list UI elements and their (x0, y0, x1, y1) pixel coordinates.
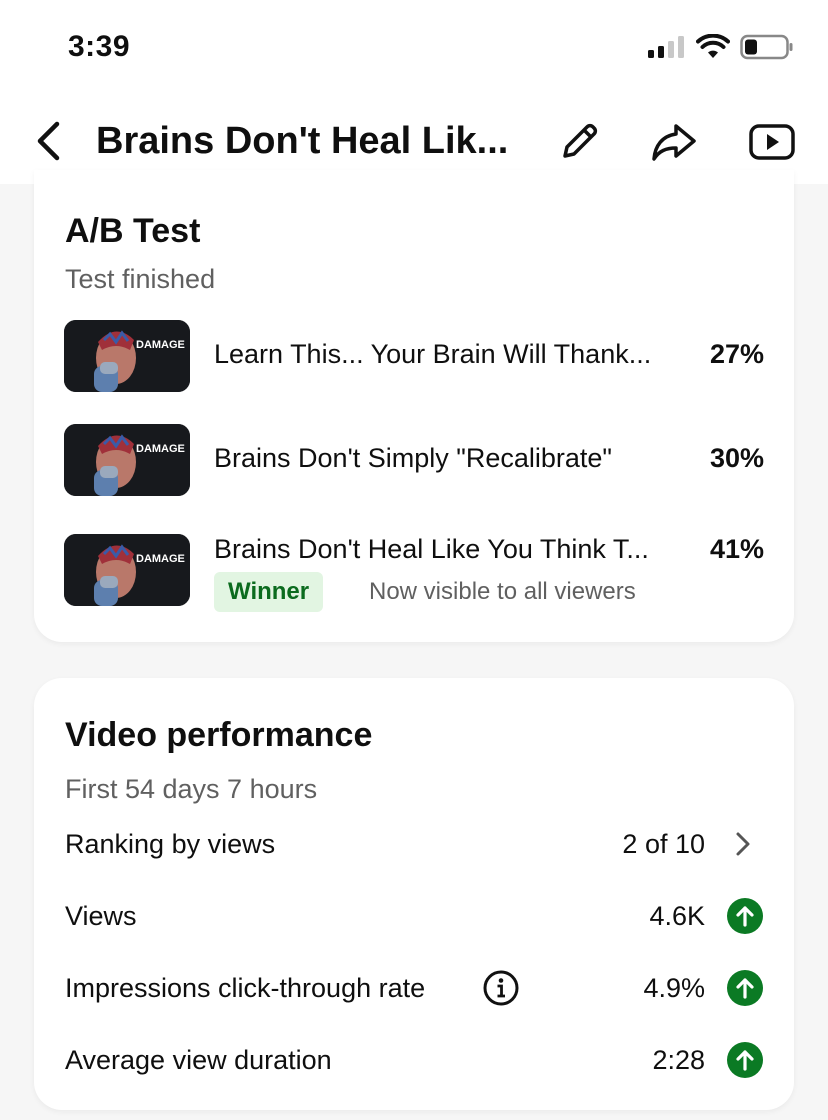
winner-note: Now visible to all viewers (369, 578, 636, 605)
thumbnail-caption: DAMAGE (136, 339, 185, 351)
status-bar: 3:39 (0, 0, 828, 100)
video-performance-card: Video performance First 54 days 7 hours … (34, 678, 794, 1110)
metric-row-views[interactable]: Views 4.6K (65, 896, 765, 936)
status-time: 3:39 (68, 30, 131, 63)
ab-variant-row-winner[interactable]: DAMAGE Brains Don't Heal Like You Think … (64, 534, 764, 634)
ab-variant-row[interactable]: DAMAGE Learn This... Your Brain Will Tha… (64, 320, 764, 394)
back-button[interactable] (28, 118, 68, 164)
wifi-icon (696, 34, 730, 58)
metric-row-avg-duration[interactable]: Average view duration 2:28 (65, 1040, 765, 1080)
variant-percent: 27% (709, 339, 764, 369)
ab-test-title: A/B Test (65, 212, 201, 250)
metric-row-ctr[interactable]: Impressions click-through rate 4.9% (65, 968, 765, 1008)
thumbnail-image: DAMAGE (64, 320, 190, 392)
play-video-icon (749, 124, 795, 160)
winner-badge: Winner (214, 572, 324, 612)
battery-icon (740, 34, 793, 60)
edit-button[interactable] (555, 118, 603, 166)
status-icons (648, 34, 794, 60)
ab-test-status: Test finished (65, 264, 216, 294)
variant-title: Brains Don't Heal Like You Think T... (214, 534, 649, 564)
ab-variant-row[interactable]: DAMAGE Brains Don't Simply "Recalibrate"… (64, 424, 764, 498)
performance-period: First 54 days 7 hours (65, 774, 318, 804)
variant-thumbnail: DAMAGE (64, 424, 190, 496)
watch-on-youtube-button[interactable] (748, 118, 796, 166)
metric-label: Average view duration (65, 1045, 332, 1075)
metric-label: Views (65, 901, 137, 931)
thumbnail-caption: DAMAGE (136, 443, 185, 455)
performance-title: Video performance (65, 716, 373, 754)
ab-test-card: A/B Test Test finished DAMAGE Learn This… (34, 170, 794, 642)
page-title: Brains Don't Heal Lik... (96, 120, 509, 162)
metric-label: Ranking by views (65, 829, 276, 859)
metric-value: 4.9% (643, 973, 705, 1003)
metric-value: 2:28 (652, 1045, 705, 1075)
metric-row-ranking[interactable]: Ranking by views 2 of 10 (65, 824, 765, 864)
thumbnail-caption: DAMAGE (136, 553, 185, 565)
arrow-up-icon (727, 1042, 763, 1078)
back-arrow-icon (37, 121, 60, 161)
chevron-right-icon (736, 832, 750, 856)
info-icon[interactable] (481, 968, 521, 1008)
variant-title: Brains Don't Simply "Recalibrate" (214, 443, 612, 473)
metric-value: 2 of 10 (622, 829, 705, 859)
variant-title: Learn This... Your Brain Will Thank... (214, 339, 652, 369)
thumbnail-image: DAMAGE (64, 424, 190, 496)
metric-value: 4.6K (649, 901, 705, 931)
variant-thumbnail: DAMAGE (64, 534, 190, 606)
variant-percent: 41% (709, 534, 764, 564)
share-button[interactable] (650, 118, 698, 166)
variant-thumbnail: DAMAGE (64, 320, 190, 392)
variant-percent: 30% (709, 443, 764, 473)
pencil-icon (563, 123, 598, 158)
arrow-up-icon (727, 970, 763, 1006)
cellular-signal-icon (648, 36, 684, 58)
arrow-up-icon (727, 898, 763, 934)
share-icon (652, 124, 696, 161)
thumbnail-image: DAMAGE (64, 534, 190, 606)
metric-label: Impressions click-through rate (65, 973, 426, 1003)
